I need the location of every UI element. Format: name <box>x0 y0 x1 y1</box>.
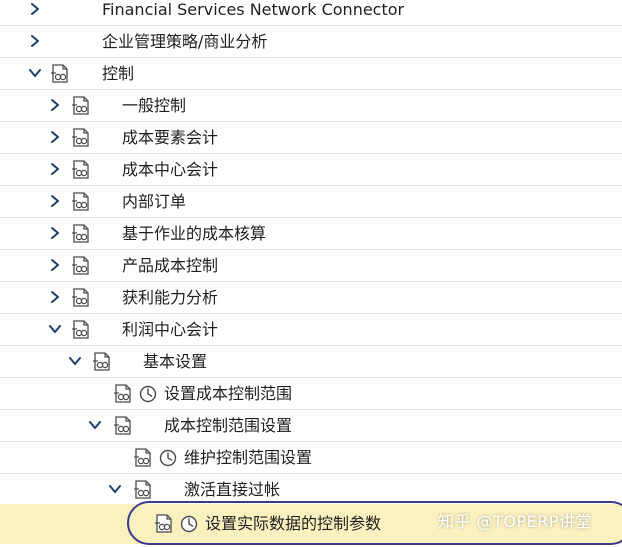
tree-node-label: 激活直接过帐 <box>184 480 281 499</box>
tree-node-label: 一般控制 <box>122 96 187 115</box>
img-icon <box>113 414 133 436</box>
tree-node[interactable]: 成本中心会计 <box>0 154 622 186</box>
tree-node-label: Financial Services Network Connector <box>102 0 405 19</box>
tree-node-label: 获利能力分析 <box>122 288 219 307</box>
tree-node-label: 利润中心会计 <box>122 320 219 339</box>
img-icon <box>92 350 112 372</box>
tree-node[interactable]: Financial Services Network Connector <box>0 0 622 26</box>
chevron-right-icon[interactable] <box>48 290 62 304</box>
chevron-right-icon[interactable] <box>48 162 62 176</box>
chevron-right-icon[interactable] <box>48 98 62 112</box>
tree-node-label: 基于作业的成本核算 <box>122 224 267 243</box>
chevron-down-icon[interactable] <box>28 66 42 80</box>
tree-node-label: 维护控制范围设置 <box>184 448 313 467</box>
img-icon <box>71 222 91 244</box>
tree-node-label: 控制 <box>102 64 135 83</box>
tree-node-label: 设置实际数据的控制参数 <box>205 514 382 533</box>
tree-node-label: 设置成本控制范围 <box>164 384 293 403</box>
img-icon <box>71 286 91 308</box>
tree-node[interactable]: 控制 <box>0 58 622 90</box>
tree-node[interactable]: 成本要素会计 <box>0 122 622 154</box>
chevron-right-icon[interactable] <box>48 194 62 208</box>
img-icon <box>113 382 133 404</box>
tree-node-label: 内部订单 <box>122 192 187 211</box>
chevron-right-icon[interactable] <box>48 258 62 272</box>
tree-node[interactable]: 获利能力分析 <box>0 282 622 314</box>
chevron-right-icon[interactable] <box>48 226 62 240</box>
chevron-right-icon[interactable] <box>48 130 62 144</box>
chevron-down-icon[interactable] <box>88 418 102 432</box>
tree-node[interactable]: 产品成本控制 <box>0 250 622 282</box>
tree-node[interactable]: 维护控制范围设置 <box>0 442 622 474</box>
clock-icon <box>158 446 178 468</box>
img-icon <box>154 512 174 534</box>
img-icon <box>71 94 91 116</box>
tree-node[interactable]: 基本设置 <box>0 346 622 378</box>
chevron-down-icon[interactable] <box>48 322 62 336</box>
tree-node-label: 成本要素会计 <box>122 128 219 147</box>
chevron-down-icon[interactable] <box>108 482 122 496</box>
clock-icon <box>179 512 199 534</box>
tree-view: Financial Services Network Connector 企业管理… <box>0 0 622 547</box>
tree-node[interactable]: 设置成本控制范围 <box>0 378 622 410</box>
tree-node[interactable]: 成本控制范围设置 <box>0 410 622 442</box>
chevron-down-icon[interactable] <box>68 354 82 368</box>
img-icon <box>133 446 153 468</box>
tree-node[interactable]: 基于作业的成本核算 <box>0 218 622 250</box>
tree-node-label: 成本中心会计 <box>122 160 219 179</box>
img-icon <box>71 126 91 148</box>
chevron-right-icon[interactable] <box>28 34 42 48</box>
tree-node-label: 企业管理策略/商业分析 <box>102 32 268 51</box>
img-icon <box>71 254 91 276</box>
watermark: 知乎 @TOPERP讲堂 <box>438 512 592 531</box>
tree-node[interactable]: 内部订单 <box>0 186 622 218</box>
img-icon <box>71 190 91 212</box>
tree-node[interactable]: 一般控制 <box>0 90 622 122</box>
tree-node[interactable]: 利润中心会计 <box>0 314 622 346</box>
img-icon <box>71 158 91 180</box>
img-icon <box>133 478 153 500</box>
tree-node-label: 产品成本控制 <box>122 256 219 275</box>
chevron-right-icon[interactable] <box>28 2 42 16</box>
tree-node[interactable]: 企业管理策略/商业分析 <box>0 26 622 58</box>
tree-node[interactable]: 激活直接过帐 <box>0 474 622 506</box>
tree-node-label: 基本设置 <box>143 352 208 371</box>
img-icon <box>50 62 70 84</box>
clock-icon <box>138 382 158 404</box>
img-icon <box>71 318 91 340</box>
tree-node-label: 成本控制范围设置 <box>164 416 293 435</box>
